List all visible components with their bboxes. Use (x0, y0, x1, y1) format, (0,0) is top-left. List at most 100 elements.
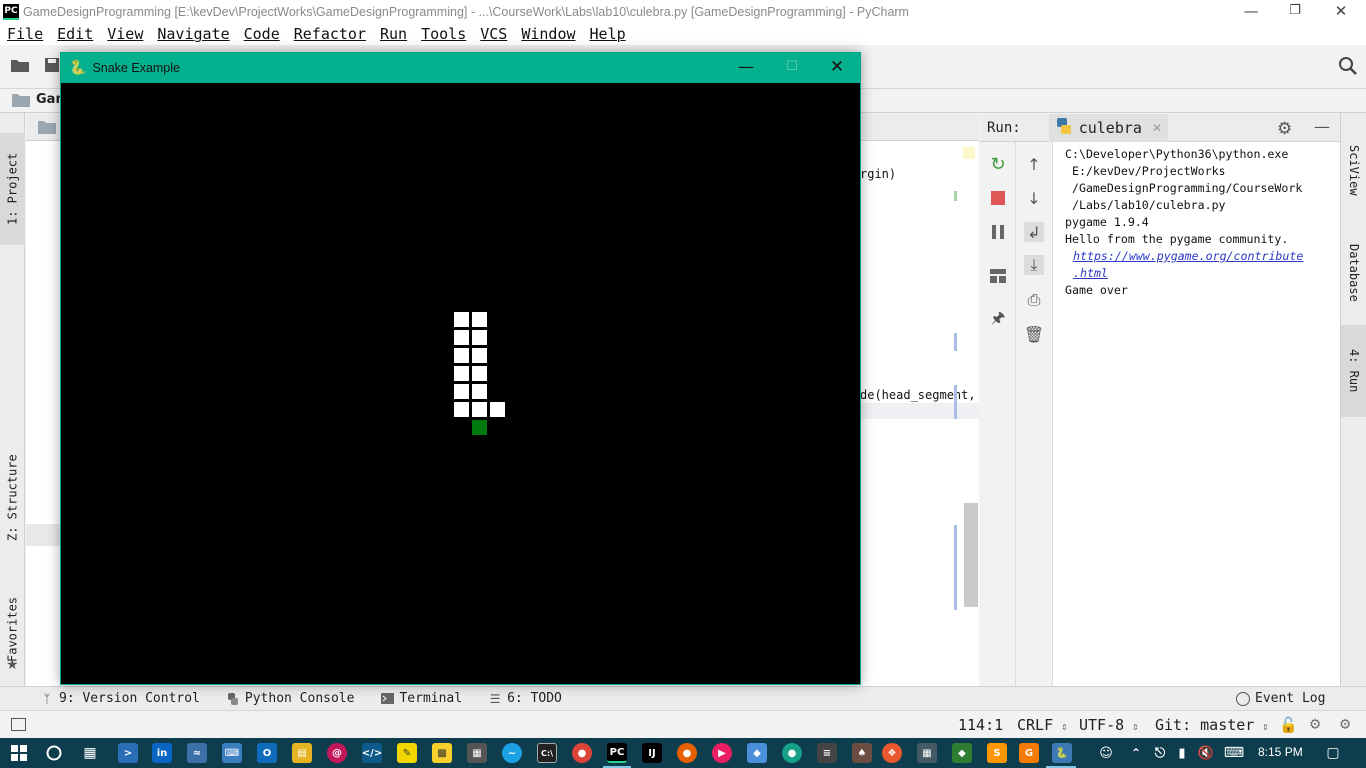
database-tool-tab[interactable]: Database (1341, 225, 1366, 321)
sticky-notes-icon[interactable]: ▩ (432, 743, 452, 763)
scroll-to-end-icon[interactable]: ⤓ (1024, 255, 1044, 275)
task-view-icon[interactable]: ▦ (80, 743, 100, 763)
version-control-tab[interactable]: ᛉ 9: Version Control (40, 691, 200, 706)
inspection-indicator[interactable] (963, 147, 975, 159)
print-icon[interactable]: ⎙ (1024, 290, 1044, 310)
lock-icon[interactable]: 🔓 (1279, 716, 1298, 734)
todo-tab[interactable]: ☰ 6: TODO (488, 691, 562, 706)
menu-window[interactable]: Window (514, 25, 582, 43)
restore-button[interactable]: ❐ (1272, 0, 1318, 23)
app-icon[interactable]: ~ (502, 743, 522, 763)
people-icon[interactable]: ☺ (1096, 743, 1116, 763)
menu-edit[interactable]: Edit (50, 25, 100, 43)
pygame-contribute-link-cont[interactable]: .html (1073, 266, 1108, 280)
inspector-icon[interactable]: ⚙ (1310, 714, 1320, 734)
app-icon[interactable]: ◆ (952, 743, 972, 763)
file-encoding[interactable]: UTF-8 (1079, 716, 1124, 734)
battery-icon[interactable]: ▮ (1172, 743, 1192, 763)
keyboard-icon[interactable]: ⌨ (1224, 743, 1244, 763)
media-player-icon[interactable]: ▶ (712, 743, 732, 763)
menu-help[interactable]: Help (583, 25, 633, 43)
cortana-icon[interactable] (44, 743, 64, 763)
powershell-icon[interactable]: > (118, 743, 138, 763)
calculator-icon[interactable]: ▦ (467, 743, 487, 763)
terminal-tab[interactable]: Terminal (380, 691, 462, 706)
game-maximize-button[interactable]: ☐ (769, 53, 815, 83)
python-console-tab[interactable]: Python Console (226, 691, 354, 706)
cmd-icon[interactable]: C:\ (537, 743, 557, 763)
notifications-icon[interactable]: ▢ (1323, 743, 1343, 763)
save-icon[interactable] (44, 57, 60, 73)
structure-tool-tab[interactable]: Z: Structure (0, 443, 25, 553)
firefox-icon[interactable]: ● (677, 743, 697, 763)
up-arrow-icon[interactable]: ↑ (1024, 154, 1044, 174)
game-canvas[interactable] (61, 83, 860, 684)
game-window-title-bar[interactable]: 🐍 Snake Example — ☐ ✕ (61, 53, 860, 83)
network-app-icon[interactable]: ≈ (187, 743, 207, 763)
menu-run[interactable]: Run (373, 25, 414, 43)
volume-muted-icon[interactable]: 🔇 (1196, 743, 1216, 763)
virtualbox-icon[interactable]: ◆ (747, 743, 767, 763)
file-explorer-icon[interactable]: ▤ (292, 743, 312, 763)
app-icon[interactable]: ❖ (882, 743, 902, 763)
pygame-taskbar-icon[interactable]: 🐍 (1052, 743, 1072, 763)
run-tool-tab[interactable]: 4: Run (1341, 325, 1366, 417)
close-button[interactable]: ✕ (1318, 0, 1364, 23)
line-separator[interactable]: CRLF (1017, 716, 1053, 734)
menu-tools[interactable]: Tools (414, 25, 473, 43)
app-icon[interactable]: G (1019, 743, 1039, 763)
game-close-button[interactable]: ✕ (814, 53, 860, 83)
clock[interactable]: 8:15 PM (1258, 745, 1303, 759)
chrome-icon[interactable]: ● (572, 743, 592, 763)
settings-icon[interactable]: ⚙ (1340, 714, 1350, 734)
event-log-tab[interactable]: Event Log (1236, 691, 1325, 706)
debian-app-icon[interactable]: @ (327, 743, 347, 763)
keyboard-app-icon[interactable]: ⌨ (222, 743, 242, 763)
rerun-icon[interactable]: ↻ (988, 154, 1008, 175)
project-tool-tab[interactable]: 1: Project (0, 133, 25, 245)
layout-icon[interactable] (988, 266, 1008, 286)
open-folder-icon[interactable] (10, 57, 30, 73)
app-icon[interactable]: ≡ (817, 743, 837, 763)
trash-icon[interactable]: 🗑 (1024, 324, 1044, 344)
stop-icon[interactable] (988, 188, 1008, 208)
run-console-output[interactable]: C:\Developer\Python36\python.exe E:/kevD… (1053, 142, 1340, 686)
pin-icon[interactable]: 🖈 (988, 308, 1008, 330)
close-tab-icon[interactable]: ✕ (1152, 121, 1162, 135)
search-icon[interactable] (1338, 56, 1358, 76)
linkedin-icon[interactable]: in (152, 743, 172, 763)
pygame-contribute-link[interactable]: https://www.pygame.org/contribute (1073, 249, 1303, 263)
menu-navigate[interactable]: Navigate (150, 25, 236, 43)
editor-scrollbar-thumb[interactable] (964, 503, 978, 607)
menu-code[interactable]: Code (237, 25, 287, 43)
menu-vcs[interactable]: VCS (473, 25, 514, 43)
caret-position[interactable]: 114:1 (958, 716, 1003, 734)
app-icon[interactable]: ● (782, 743, 802, 763)
git-branch[interactable]: Git: master (1155, 716, 1254, 734)
menu-refactor[interactable]: Refactor (287, 25, 373, 43)
pycharm-taskbar-icon[interactable]: PC (607, 743, 627, 763)
wifi-icon[interactable]: ⎋ (1150, 743, 1170, 763)
menu-file[interactable]: File (0, 25, 50, 43)
tool-windows-icon[interactable] (11, 718, 26, 731)
pause-icon[interactable] (988, 222, 1008, 242)
intellij-icon[interactable]: IJ (642, 743, 662, 763)
sublime-icon[interactable]: S (987, 743, 1007, 763)
app-icon[interactable]: ▦ (917, 743, 937, 763)
notes-icon[interactable]: ✎ (397, 743, 417, 763)
snake-game-window[interactable]: 🐍 Snake Example — ☐ ✕ (60, 52, 861, 685)
menu-view[interactable]: View (100, 25, 150, 43)
outlook-icon[interactable]: O (257, 743, 277, 763)
app-icon[interactable]: ♠ (852, 743, 872, 763)
minimize-button[interactable]: — (1228, 0, 1274, 23)
run-tab-culebra[interactable]: culebra ✕ (1048, 113, 1168, 142)
hide-panel-icon[interactable]: — (1314, 117, 1330, 136)
down-arrow-icon[interactable]: ↓ (1024, 188, 1044, 208)
sciview-tool-tab[interactable]: SciView (1341, 125, 1366, 215)
gear-icon[interactable]: ⚙ (1277, 119, 1292, 139)
game-minimize-button[interactable]: — (723, 53, 769, 83)
windows-start-icon[interactable] (9, 743, 29, 763)
vscode-icon[interactable]: </> (362, 743, 382, 763)
soft-wrap-icon[interactable]: ↲ (1024, 222, 1044, 242)
chevron-up-icon[interactable]: ⌃ (1126, 743, 1146, 763)
